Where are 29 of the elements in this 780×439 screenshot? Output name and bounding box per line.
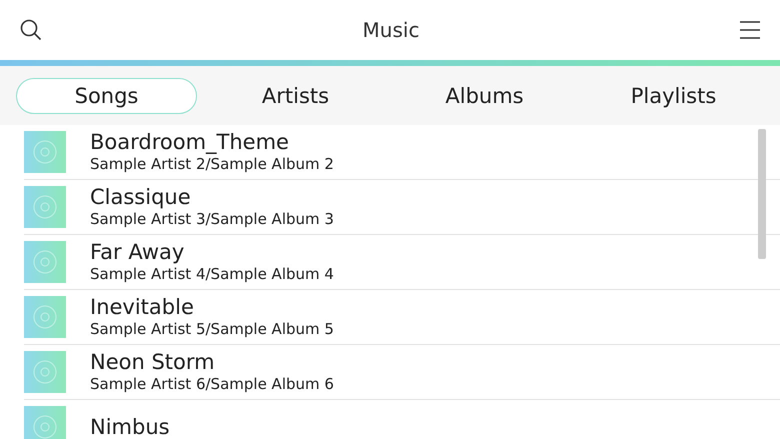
album-art-icon [24, 351, 66, 393]
album-art-icon [24, 406, 66, 439]
song-title: Nimbus [90, 414, 170, 439]
search-icon[interactable] [20, 19, 42, 41]
song-artist-album: Sample Artist 2/Sample Album 2 [90, 155, 334, 174]
song-artist-album: Sample Artist 6/Sample Album 6 [90, 375, 334, 394]
song-title: Far Away [90, 240, 186, 265]
page-title: Music [362, 18, 420, 42]
song-row[interactable]: Far Away Sample Artist 4/Sample Album 4 [24, 235, 780, 290]
album-art-icon [24, 186, 66, 228]
song-title: Classique [90, 185, 192, 210]
album-art-icon [24, 296, 66, 338]
song-row[interactable]: Inevitable Sample Artist 5/Sample Album 5 [24, 290, 780, 345]
song-title: Boardroom_Theme [90, 130, 290, 155]
album-art-icon [24, 241, 66, 283]
tab[interactable]: Albums [394, 78, 575, 114]
song-artist-album: Sample Artist 3/Sample Album 3 [90, 210, 334, 229]
song-row[interactable]: Neon Storm Sample Artist 6/Sample Album 6 [24, 345, 780, 400]
song-row[interactable]: Nimbus [24, 400, 780, 439]
song-title: Neon Storm [90, 350, 216, 375]
album-art-icon [24, 131, 66, 173]
tab[interactable]: Songs [16, 78, 197, 114]
menu-icon[interactable] [740, 21, 760, 39]
scrollbar[interactable] [758, 129, 766, 259]
song-title: Inevitable [90, 295, 195, 320]
tab[interactable]: Artists [205, 78, 386, 114]
song-artist-album: Sample Artist 5/Sample Album 5 [90, 320, 334, 339]
song-artist-album: Sample Artist 4/Sample Album 4 [90, 265, 334, 284]
tab[interactable]: Playlists [583, 78, 764, 114]
